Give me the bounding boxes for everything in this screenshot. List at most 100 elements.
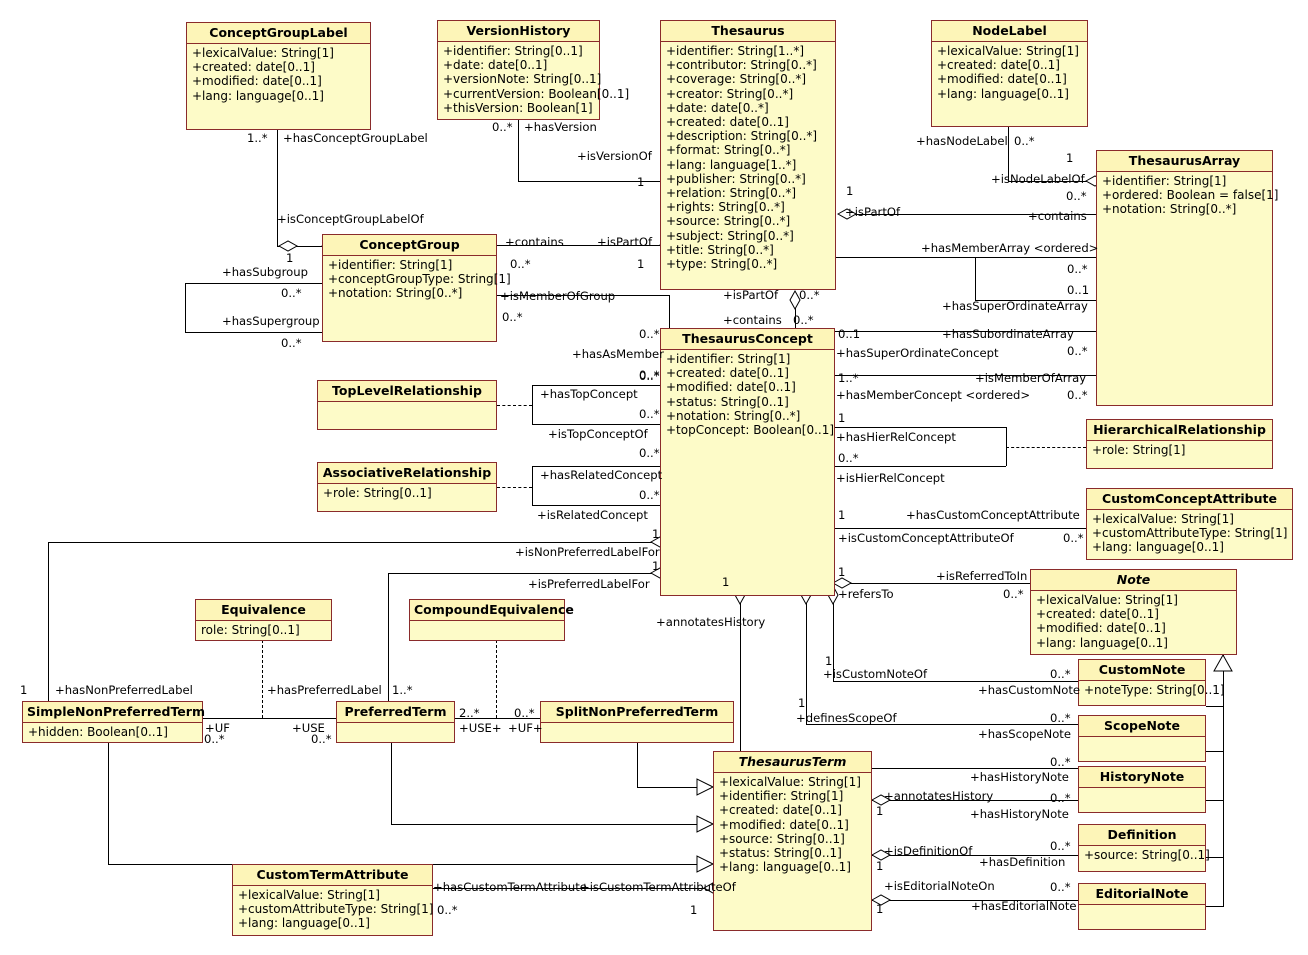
edge-conceptgroup-self-top (185, 283, 323, 284)
class-attributes: +lexicalValue: String[1] +customAttribut… (233, 886, 433, 933)
class-CustomNote[interactable]: CustomNote +noteType: String[0..1] (1078, 659, 1225, 706)
edge-conceptgrouplabel-conceptgroup (277, 130, 278, 247)
edge-conceptgrouplabel-conceptgroup-h (277, 246, 322, 247)
class-attributes: +noteType: String[0..1] (1079, 681, 1225, 699)
class-AssociativeRelationship[interactable]: AssociativeRelationship +role: String[0.… (317, 462, 497, 512)
attribute: +modified: date[0..1] (937, 72, 1067, 87)
class-Equivalence[interactable]: Equivalence role: String[0..1] (195, 599, 332, 641)
class-attributes (337, 723, 454, 745)
attribute: +lang: language[1..*] (666, 157, 797, 172)
attribute: +lexicalValue: String[1] (1092, 512, 1234, 526)
class-attributes: +hidden: Boolean[0..1] (23, 723, 202, 741)
class-title: PreferredTerm (337, 702, 454, 723)
role-hasHistoryNote-concept: +hasHistoryNote (970, 770, 1069, 784)
mult-10: 0..* (510, 257, 531, 271)
attribute: +contributor: String[0..*] (666, 58, 817, 73)
attribute: +lang: language[0..1] (192, 88, 324, 103)
class-ThesaurusArray[interactable]: ThesaurusArray +identifier: String[1] +o… (1096, 150, 1278, 406)
attribute: +modified: date[0..1] (192, 74, 322, 89)
class-Thesaurus[interactable]: Thesaurus +identifier: String[1..*] +con… (660, 20, 836, 290)
class-title: ScopeNote (1079, 716, 1205, 737)
class-title: Thesaurus (661, 21, 835, 42)
class-attributes: +identifier: String[1] +ordered: Boolean… (1097, 172, 1278, 219)
attribute: +identifier: String[1] (1102, 174, 1227, 188)
class-NodeLabel[interactable]: NodeLabel +lexicalValue: String[1] +crea… (931, 20, 1088, 127)
mult-14: 0..* (281, 336, 302, 350)
mult-36: 0..* (1003, 587, 1024, 601)
class-attributes: +source: String[0..1] (1079, 846, 1210, 864)
mult-52: 0..* (1050, 880, 1071, 894)
class-HistoryNote[interactable]: HistoryNote (1078, 766, 1206, 813)
gen-note-editorialnote (1206, 906, 1224, 907)
class-TopLevelRelationship[interactable]: TopLevelRelationship (317, 380, 497, 430)
role-hasMemberArray: +hasMemberArray <ordered> (921, 241, 1099, 255)
class-HierarchicalRelationship[interactable]: HierarchicalRelationship +role: String[1… (1086, 419, 1273, 469)
class-attributes: role: String[0..1] (196, 621, 331, 639)
class-attributes: +identifier: String[0..1] +date: date[0.… (438, 42, 629, 117)
class-attributes: +lexicalValue: String[1] +created: date[… (1031, 591, 1236, 652)
mult-53: 1..* (838, 371, 859, 385)
attribute: +created: date[0..1] (192, 60, 315, 75)
class-title: Note (1031, 570, 1236, 591)
edge-pref-h (388, 573, 660, 574)
class-CustomTermAttribute[interactable]: CustomTermAttribute +lexicalValue: Strin… (232, 864, 433, 936)
mult-47: 0..* (1050, 791, 1071, 805)
role-isDefinitionOf: +isDefinitionOf (884, 844, 973, 858)
role-hasPreferredLabel: +hasPreferredLabel (267, 683, 382, 697)
attribute: +source: String[0..1] (1084, 848, 1210, 862)
role-hasSuperOrdinateConcept: +hasSuperOrdinateConcept (836, 346, 999, 360)
edge-concept-customattr (833, 528, 1086, 529)
attribute: +lang: language[0..1] (238, 916, 370, 931)
role-isCustomTermAttributeOf: +isCustomTermAttributeOf (580, 880, 736, 894)
class-ThesaurusConcept[interactable]: ThesaurusConcept +identifier: String[1] … (660, 328, 835, 596)
class-VersionHistory[interactable]: VersionHistory +identifier: String[0..1]… (437, 20, 629, 120)
edge-equivalence-dashed (262, 640, 263, 718)
class-title: CustomTermAttribute (233, 865, 432, 886)
edge-hier-box-right (1006, 427, 1007, 466)
attribute: +lexicalValue: String[1] (192, 46, 334, 60)
gen-simple-v (108, 743, 109, 865)
edge-assoc-box-left (532, 466, 533, 505)
role-hasSubgroup: +hasSubgroup (222, 265, 308, 279)
mult-51: 0..* (1050, 839, 1071, 853)
class-Note[interactable]: Note +lexicalValue: String[1] +created: … (1030, 569, 1237, 655)
role-hasCustomTermAttribute: +hasCustomTermAttribute (433, 880, 587, 894)
edge-toplevel-box-left (532, 385, 533, 424)
class-PreferredTerm[interactable]: PreferredTerm (336, 701, 455, 743)
attribute: +created: date[0..1] (937, 58, 1060, 73)
edge-toplevel-dashed (497, 405, 532, 406)
class-ConceptGroupLabel[interactable]: ConceptGroupLabel +lexicalValue: String[… (186, 22, 371, 130)
attribute: +subject: String[0..*] (666, 228, 794, 243)
class-attributes (1079, 905, 1205, 931)
attribute: +date: date[0..1] (443, 58, 548, 73)
class-CompoundEquivalence[interactable]: CompoundEquivalence (409, 599, 574, 641)
attribute: +noteType: String[0..1] (1084, 683, 1225, 697)
attribute: +hidden: Boolean[0..1] (28, 725, 168, 739)
class-ThesaurusTerm[interactable]: ThesaurusTerm +lexicalValue: String[1] +… (713, 751, 872, 931)
class-EditorialNote[interactable]: EditorialNote (1078, 883, 1206, 930)
class-title: NodeLabel (932, 21, 1087, 42)
class-Definition[interactable]: Definition +source: String[0..1] (1078, 824, 1210, 872)
role-hasSuperOrdinateArray: +hasSuperOrdinateArray (942, 299, 1088, 313)
class-ConceptGroup[interactable]: ConceptGroup +identifier: String[1] +con… (322, 234, 511, 342)
role-contains-concept: +contains (723, 313, 782, 327)
attribute: +type: String[0..*] (666, 257, 778, 272)
role-isConceptGroupLabelOf: +isConceptGroupLabelOf (277, 212, 424, 226)
class-ScopeNote[interactable]: ScopeNote (1078, 715, 1206, 762)
role-isNodeLabelOf: +isNodeLabelOf (991, 172, 1085, 186)
class-SplitNonPreferredTerm[interactable]: SplitNonPreferredTerm (540, 701, 734, 743)
mult-22: 0..* (1067, 344, 1088, 358)
attribute: +lang: language[0..1] (1036, 635, 1168, 650)
class-SimpleNonPreferredTerm[interactable]: SimpleNonPreferredTerm +hidden: Boolean[… (22, 701, 205, 743)
attribute: +status: String[0..1] (666, 394, 789, 409)
edge-pref-v (388, 573, 389, 701)
mult-39: 1 (798, 696, 806, 710)
gen-note-customnote (1206, 706, 1224, 707)
attribute: +relation: String[0..*] (666, 186, 797, 201)
role-hasNodeLabel: +hasNodeLabel (916, 134, 1008, 148)
attribute: role: String[0..1] (201, 623, 300, 637)
attribute: +lang: language[0..1] (1092, 540, 1224, 555)
attribute: +notation: String[0..*] (666, 408, 801, 423)
class-attributes: +identifier: String[1] +created: date[0.… (661, 350, 834, 439)
class-CustomConceptAttribute[interactable]: CustomConceptAttribute +lexicalValue: St… (1086, 488, 1293, 560)
